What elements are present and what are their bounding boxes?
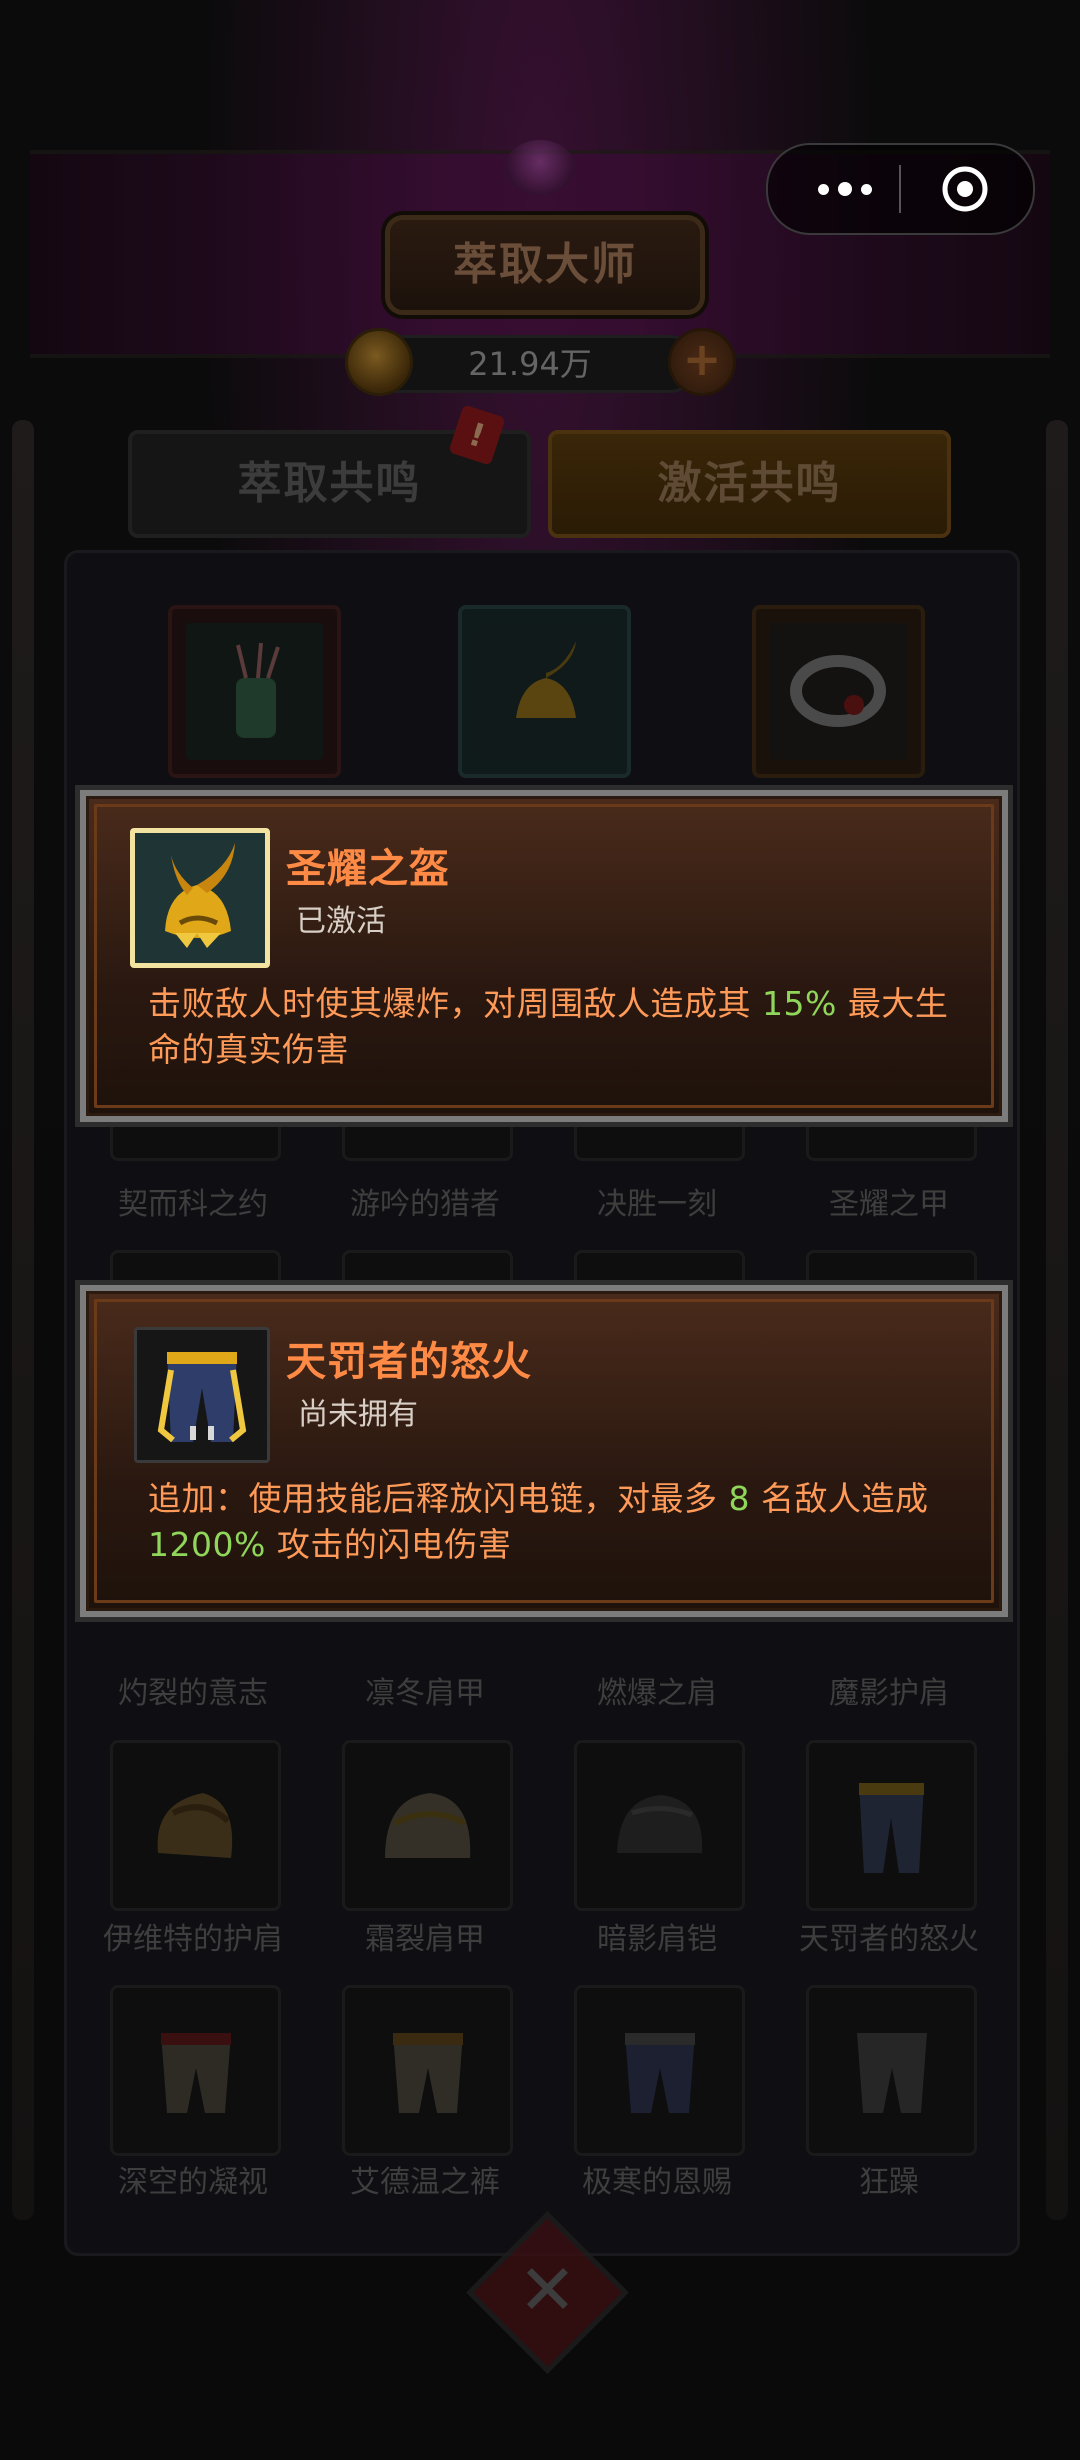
tab-activate-resonance[interactable]: 激活共鸣	[548, 430, 951, 538]
item-cell[interactable]	[574, 1740, 745, 1911]
item-cell[interactable]	[806, 1985, 977, 2156]
item-cell[interactable]	[806, 1740, 977, 1911]
description-value: 1200%	[148, 1525, 266, 1564]
popup-item-status: 尚未拥有	[298, 1397, 418, 1432]
description-text: 攻击的闪电伤害	[265, 1525, 512, 1564]
item-label: 暗影肩铠	[597, 1922, 717, 1957]
shoulder-pad-icon	[157, 1793, 233, 1858]
dark-shoulder-icon	[617, 1795, 703, 1853]
popup-item-description: 追加：使用技能后释放闪电链，对最多 8 名敌人造成 1200% 攻击的闪电伤害	[148, 1476, 968, 1568]
tooltip-popup-helmet: 圣耀之盔 已激活 击败敌人时使其爆炸，对周围敌人造成其 15% 最大生命的真实伤…	[80, 790, 1008, 1122]
orb-ornament-icon	[505, 140, 575, 195]
item-cell[interactable]	[110, 1985, 281, 2156]
item-label: 决胜一刻	[597, 1187, 717, 1222]
item-label: 狂躁	[859, 2165, 919, 2200]
pants-icon	[393, 2033, 463, 2113]
item-label: 魔影护肩	[829, 1676, 949, 1711]
item-label: 凛冬肩甲	[365, 1676, 485, 1711]
add-currency-button[interactable]: +	[668, 328, 736, 396]
quiver-icon	[186, 623, 323, 760]
item-cell[interactable]	[342, 1740, 513, 1911]
close-miniprogram-icon[interactable]	[941, 165, 989, 213]
page-title: 萃取大师	[453, 239, 637, 290]
item-cell[interactable]	[342, 1985, 513, 2156]
close-icon: ✕	[518, 2249, 577, 2331]
holy-helmet-icon	[130, 828, 270, 968]
shoulder-pad-icon	[385, 1793, 471, 1858]
pants-icon	[625, 2033, 695, 2113]
description-value: 15%	[762, 984, 837, 1023]
miniprogram-menu-capsule	[766, 143, 1035, 235]
slot-armband[interactable]	[752, 605, 925, 778]
description-text: 名敌人造成	[750, 1479, 929, 1518]
more-options-icon[interactable]	[800, 145, 890, 233]
item-cell[interactable]	[110, 1740, 281, 1911]
punisher-pants-icon	[134, 1327, 270, 1463]
item-label: 契而科之约	[118, 1187, 268, 1222]
description-text: 追加：使用技能后释放闪电链，对最多	[148, 1479, 729, 1518]
slot-helmet[interactable]	[458, 605, 631, 778]
popup-item-name: 圣耀之盔	[286, 846, 450, 892]
item-label: 深空的凝视	[118, 2165, 268, 2200]
pants-icon	[859, 1783, 924, 1873]
item-label: 伊维特的护肩	[103, 1922, 283, 1957]
item-label: 霜裂肩甲	[365, 1922, 485, 1957]
item-label: 圣耀之甲	[829, 1187, 949, 1222]
popup-item-status: 已激活	[296, 904, 386, 939]
item-cell[interactable]	[574, 1985, 745, 2156]
slot-quiver[interactable]	[168, 605, 341, 778]
golden-helmet-icon	[476, 623, 613, 760]
item-label: 燃爆之肩	[597, 1676, 717, 1711]
capsule-divider	[899, 165, 901, 213]
currency-value: 21.94万	[468, 345, 592, 383]
item-label: 极寒的恩赐	[582, 2165, 732, 2200]
pants-icon	[161, 2033, 231, 2113]
armband-icon	[770, 623, 907, 760]
pants-icon	[857, 2033, 927, 2113]
coin-icon	[345, 328, 413, 396]
right-frame-border	[1046, 420, 1068, 2220]
item-label: 天罚者的怒火	[799, 1922, 979, 1957]
item-label: 灼裂的意志	[118, 1676, 268, 1711]
item-label: 艾德温之裤	[350, 2165, 500, 2200]
description-value: 8	[728, 1479, 750, 1518]
popup-item-description: 击败敌人时使其爆炸，对周围敌人造成其 15% 最大生命的真实伤害	[148, 981, 968, 1073]
item-label: 游吟的猎者	[350, 1187, 500, 1222]
popup-item-name: 天罚者的怒火	[286, 1339, 532, 1385]
tooltip-popup-pants: 天罚者的怒火 尚未拥有 追加：使用技能后释放闪电链，对最多 8 名敌人造成 12…	[80, 1285, 1008, 1617]
left-frame-border	[12, 420, 34, 2220]
description-text: 击败敌人时使其爆炸，对周围敌人造成其	[148, 984, 762, 1023]
